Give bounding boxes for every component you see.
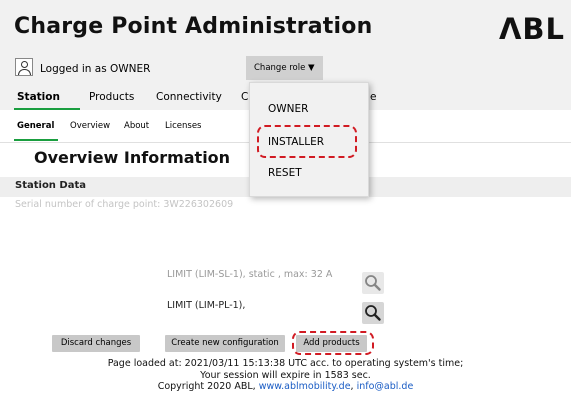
footer-copyright: Copyright 2020 ABL, www.ablmobility.de, … [0, 381, 571, 393]
discard-changes-button[interactable]: Discard changes [52, 335, 140, 352]
limit-sl-search-button[interactable] [362, 272, 384, 294]
role-option-owner[interactable]: OWNER [268, 103, 308, 115]
subtab-about[interactable]: About [124, 121, 149, 131]
logged-in-text: Logged in as OWNER [40, 63, 151, 75]
role-option-installer[interactable]: INSTALLER [268, 136, 324, 148]
copyright-text: Copyright 2020 ABL, [157, 381, 259, 392]
limit-pl-search-button[interactable] [362, 302, 384, 324]
station-data-label: Station Data [15, 180, 86, 191]
footer: Page loaded at: 2021/03/11 15:13:38 UTC … [0, 358, 571, 393]
role-option-reset[interactable]: RESET [268, 167, 302, 179]
tab-products[interactable]: Products [89, 91, 134, 103]
overview-title: Overview Information [34, 148, 231, 167]
user-icon [15, 58, 33, 76]
tab-partial-c[interactable]: C [241, 91, 248, 103]
create-configuration-button[interactable]: Create new configuration [165, 335, 285, 352]
abl-logo: ΛBL [498, 12, 565, 46]
website-link[interactable]: www.ablmobility.de [259, 381, 351, 392]
add-products-button[interactable]: Add products [296, 335, 367, 352]
active-tab-indicator [14, 108, 80, 110]
serial-number-text: Serial number of charge point: 3W2263026… [15, 199, 234, 210]
tab-station[interactable]: Station [17, 91, 60, 103]
footer-session: Your session will expire in 1583 sec. [200, 369, 371, 381]
tab-connectivity[interactable]: Connectivity [156, 91, 222, 103]
role-dropdown-menu: OWNER INSTALLER RESET [249, 82, 369, 197]
search-icon [365, 275, 381, 291]
subtab-licenses[interactable]: Licenses [165, 121, 201, 131]
email-link[interactable]: info@abl.de [357, 381, 414, 392]
subtab-general[interactable]: General [17, 121, 54, 131]
search-icon [365, 305, 381, 321]
active-subtab-indicator [14, 139, 58, 141]
limit-sl-text: LIMIT (LIM-SL-1), static , max: 32 A [167, 269, 333, 280]
tab-partial-e[interactable]: e [370, 91, 376, 103]
change-role-button[interactable]: Change role ▼ [246, 56, 323, 80]
limit-pl-text: LIMIT (LIM-PL-1), [167, 300, 246, 311]
subtab-overview[interactable]: Overview [70, 121, 110, 131]
footer-page-loaded: Page loaded at: 2021/03/11 15:13:38 UTC … [107, 358, 464, 369]
app-title: Charge Point Administration [14, 14, 373, 39]
